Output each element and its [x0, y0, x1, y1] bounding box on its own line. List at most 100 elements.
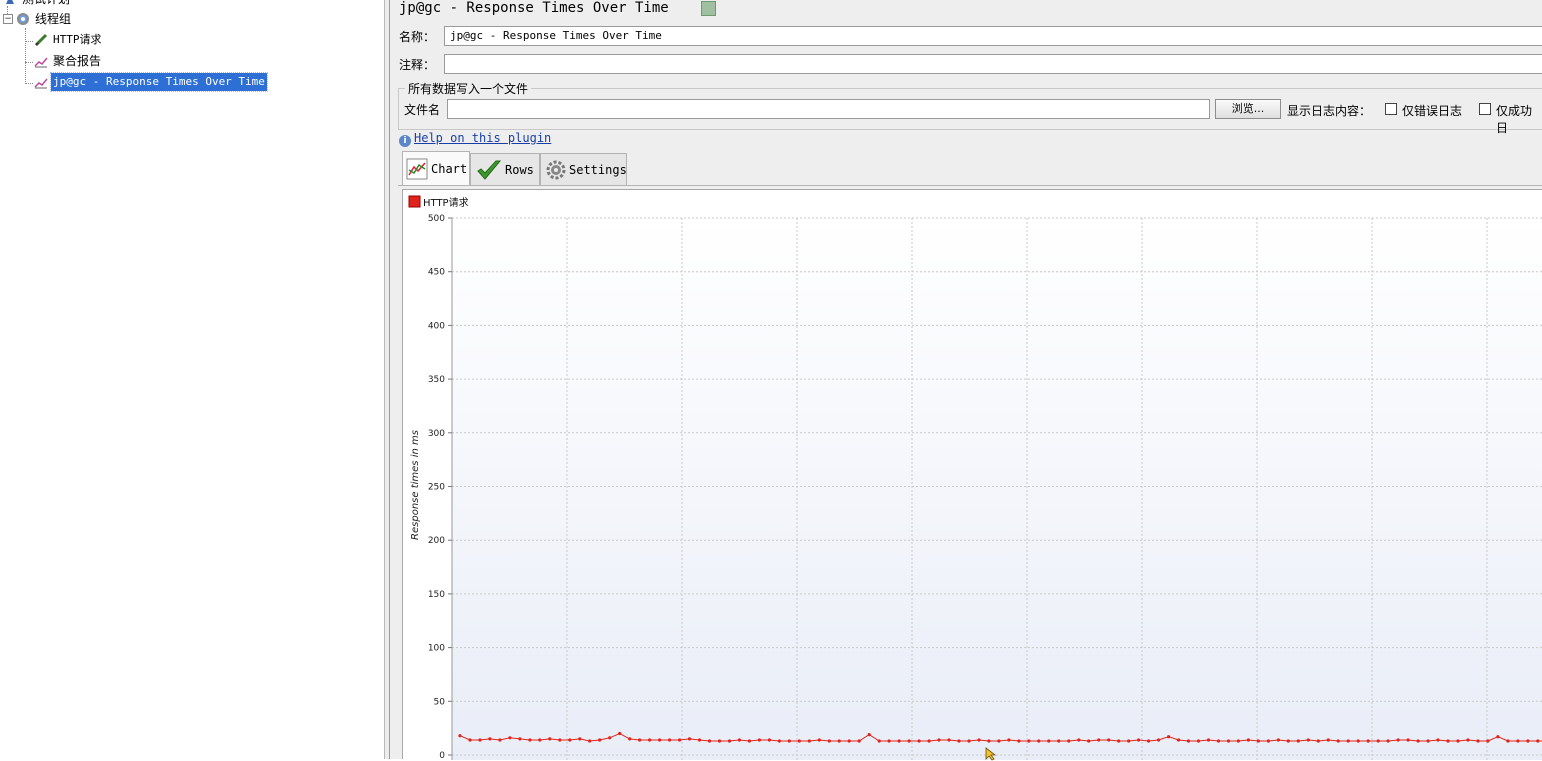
expand-icon[interactable] — [701, 1, 716, 16]
y-tick-label: 300 — [428, 429, 445, 439]
data-point — [618, 731, 622, 736]
response-times-chart: 0 50 100 150 200 250 300 350 400 450 500 Response … — [402, 189, 1542, 760]
tab-label: Rows — [505, 162, 534, 177]
tab-rows[interactable]: Rows — [470, 153, 540, 185]
tab-settings[interactable]: Settings — [540, 153, 627, 185]
data-point — [787, 739, 791, 743]
log-display-label: 显示日志内容： — [1287, 104, 1372, 118]
data-point — [1256, 739, 1260, 743]
data-point — [1386, 739, 1390, 743]
data-point — [518, 737, 522, 741]
data-point — [1476, 739, 1480, 743]
y-tick-label: 500 — [428, 214, 445, 224]
tab-chart[interactable]: Chart — [402, 151, 470, 185]
data-point — [1526, 739, 1530, 743]
thread-group-gear-icon — [16, 12, 30, 26]
tree-connector — [25, 41, 33, 42]
data-point — [458, 734, 462, 738]
data-point — [867, 733, 871, 737]
data-point — [548, 737, 552, 741]
tree-item-test-plan[interactable]: 测试计划 — [3, 0, 72, 8]
tab-strip-divider — [398, 185, 1542, 186]
comment-input[interactable] — [444, 54, 1542, 74]
filename-input[interactable] — [447, 99, 1210, 119]
data-point — [917, 739, 921, 743]
data-point — [1456, 739, 1460, 743]
data-point — [1396, 738, 1400, 742]
data-point — [807, 739, 811, 743]
errors-only-checkbox[interactable] — [1385, 103, 1397, 115]
data-point — [538, 738, 542, 742]
data-point — [468, 738, 472, 742]
data-point — [907, 739, 911, 743]
sampler-pen-icon — [34, 33, 48, 47]
data-point — [1416, 739, 1420, 743]
tree-item-label: jp@gc - Response Times Over Time — [50, 72, 268, 92]
data-point — [947, 738, 951, 742]
data-point — [1037, 739, 1041, 743]
data-point — [1296, 739, 1300, 743]
data-point — [967, 739, 971, 743]
data-point — [1426, 739, 1430, 743]
y-tick-label: 150 — [428, 590, 445, 600]
data-point — [1206, 738, 1211, 742]
data-point — [857, 739, 861, 743]
data-point — [1147, 739, 1151, 743]
data-point — [1316, 739, 1320, 743]
tree-item-http-request[interactable]: HTTP请求 — [34, 31, 104, 49]
data-point — [747, 739, 751, 743]
tab-label: Chart — [431, 161, 468, 176]
test-plan-tree[interactable]: 测试计划 − 线程组 HTTP请求 聚合报告 jp@gc - Response … — [0, 0, 384, 759]
tab-label: Settings — [569, 162, 627, 177]
data-point — [498, 738, 502, 742]
data-point — [687, 737, 692, 741]
data-point — [628, 737, 632, 741]
y-tick-label: 350 — [428, 375, 445, 385]
data-point — [727, 739, 732, 743]
checkmark-icon — [476, 159, 502, 181]
tree-item-aggregate-report[interactable]: 聚合报告 — [34, 52, 103, 70]
file-group-title: 所有数据写入一个文件 — [405, 80, 532, 97]
data-point — [797, 739, 801, 743]
data-point — [1186, 739, 1191, 743]
help-link[interactable]: Help on this plugin — [414, 131, 551, 145]
data-point — [877, 739, 881, 743]
data-point — [578, 737, 582, 741]
data-point — [568, 738, 572, 742]
data-point — [757, 738, 761, 742]
data-point — [648, 738, 652, 742]
name-input[interactable]: jp@gc - Response Times Over Time — [444, 26, 1542, 46]
data-point — [1406, 738, 1410, 742]
data-point — [847, 739, 851, 743]
collapse-toggle-icon[interactable]: − — [3, 14, 13, 24]
data-point — [997, 739, 1001, 743]
data-point — [1226, 739, 1231, 743]
data-point — [668, 738, 672, 742]
data-point — [1236, 739, 1240, 743]
tree-item-label: HTTP请求 — [53, 33, 102, 46]
data-point — [1246, 738, 1250, 742]
data-point — [1057, 739, 1061, 743]
tree-item-thread-group[interactable]: 线程组 — [16, 10, 73, 28]
data-point — [767, 738, 771, 742]
data-point — [927, 739, 931, 743]
data-point — [1137, 738, 1141, 742]
data-point — [957, 739, 961, 743]
comment-label: 注释： — [399, 58, 436, 72]
data-point — [697, 738, 702, 742]
data-point — [1276, 738, 1280, 742]
plot-area — [452, 218, 1542, 760]
data-point — [1216, 739, 1221, 743]
data-point — [1017, 739, 1021, 743]
y-tick-label: 250 — [428, 483, 445, 493]
data-point — [1196, 739, 1201, 743]
data-point — [1047, 739, 1051, 743]
data-point — [1486, 739, 1490, 743]
y-axis-ticks: 050100150200250300350400450500 — [428, 214, 452, 760]
tree-item-label: 测试计划 — [20, 0, 72, 8]
data-point — [528, 738, 532, 742]
browse-button[interactable]: 浏览... — [1215, 99, 1281, 119]
success-only-checkbox[interactable] — [1479, 103, 1491, 115]
tree-item-response-times-listener[interactable]: jp@gc - Response Times Over Time — [34, 72, 268, 92]
legend-swatch — [408, 195, 421, 208]
